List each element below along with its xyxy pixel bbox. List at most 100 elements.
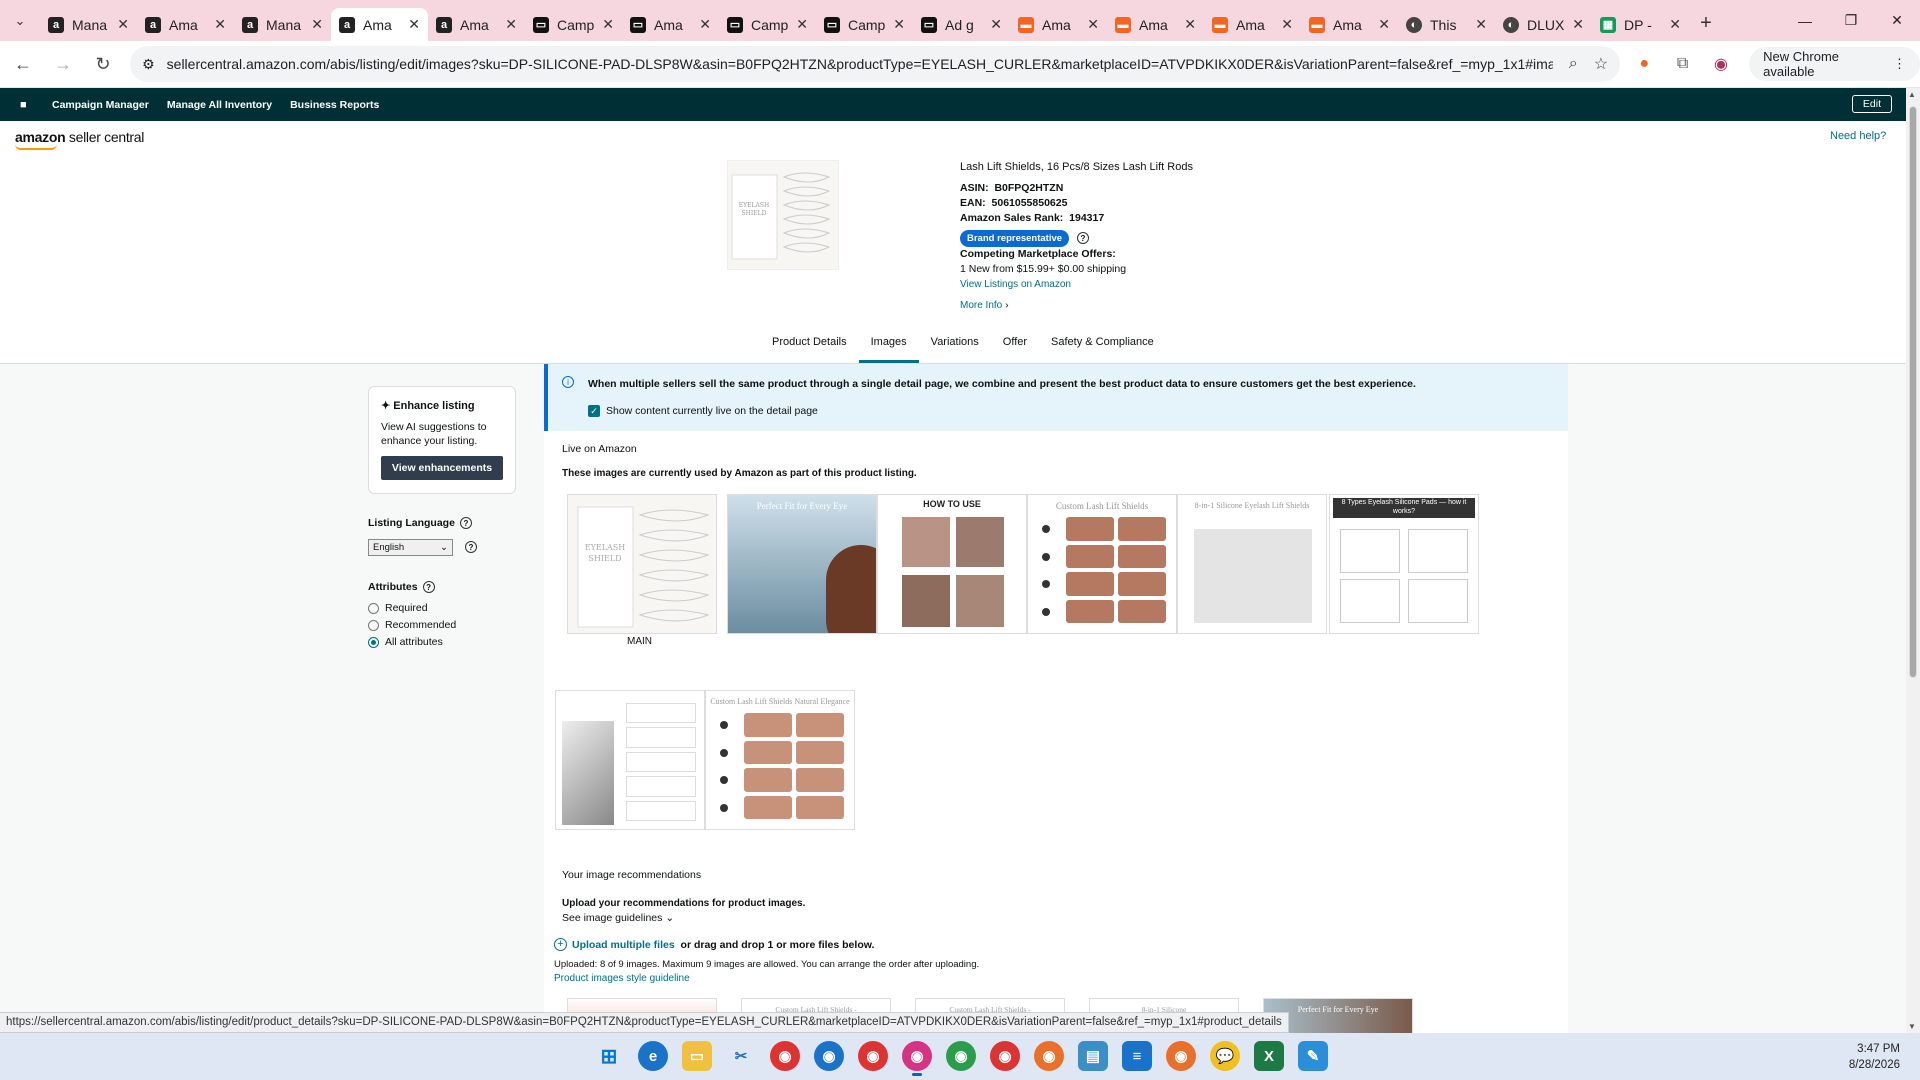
system-clock[interactable]: 3:47 PM 8/28/2026 bbox=[1849, 1041, 1900, 1073]
nav-campaign-manager[interactable]: Campaign Manager bbox=[52, 99, 149, 111]
menu-icon[interactable]: ■ bbox=[20, 99, 34, 111]
close-tab-icon[interactable]: ✕ bbox=[1669, 16, 1681, 33]
nav-business-reports[interactable]: Business Reports bbox=[290, 99, 379, 111]
close-tab-icon[interactable]: ✕ bbox=[117, 16, 129, 33]
browser-tab[interactable]: a Ama ✕ bbox=[331, 8, 428, 41]
live-image-4[interactable]: Custom Lash Lift Shields bbox=[1027, 494, 1177, 634]
tab-variations[interactable]: Variations bbox=[919, 326, 991, 363]
scrollbar-thumb[interactable] bbox=[1909, 106, 1917, 678]
browser-tab[interactable]: a Ama ✕ bbox=[137, 8, 234, 41]
tab-images[interactable]: Images bbox=[858, 326, 919, 363]
live-image-7[interactable] bbox=[555, 690, 705, 830]
site-info-icon[interactable]: ⚙ bbox=[142, 56, 155, 73]
bookmark-star-icon[interactable]: ☆ bbox=[1594, 54, 1608, 74]
language-select[interactable]: English ⌄ bbox=[368, 539, 453, 556]
close-tab-icon[interactable]: ✕ bbox=[311, 16, 323, 33]
close-tab-icon[interactable]: ✕ bbox=[1281, 16, 1293, 33]
radio-recommended[interactable]: Recommended bbox=[368, 619, 456, 631]
browser-tab[interactable]: a Ama ✕ bbox=[428, 8, 525, 41]
remote-desktop-icon[interactable]: ▤ bbox=[1078, 1041, 1108, 1071]
browser-tab[interactable]: ▭ Camp ✕ bbox=[525, 8, 622, 41]
browser-tab[interactable]: ▬ Ama ✕ bbox=[1301, 8, 1398, 41]
page-scrollbar[interactable]: ▲ ▼ bbox=[1906, 88, 1920, 1033]
close-tab-icon[interactable]: ✕ bbox=[1475, 16, 1487, 33]
help-icon[interactable]: ? bbox=[465, 541, 477, 553]
reload-button[interactable]: ↻ bbox=[86, 46, 120, 82]
close-tab-icon[interactable]: ✕ bbox=[214, 16, 226, 33]
new-tab-button[interactable]: + bbox=[1689, 7, 1723, 41]
image-guidelines-toggle[interactable]: See image guidelines ⌄ bbox=[562, 912, 674, 924]
browser-tab[interactable]: a Mana ✕ bbox=[40, 8, 137, 41]
close-tab-icon[interactable]: ✕ bbox=[1184, 16, 1196, 33]
live-image-main[interactable]: EYELASH SHIELD bbox=[567, 494, 717, 634]
close-tab-icon[interactable]: ✕ bbox=[796, 16, 808, 33]
edge-icon[interactable]: e bbox=[638, 1041, 668, 1071]
close-tab-icon[interactable]: ✕ bbox=[699, 16, 711, 33]
tab-product-details[interactable]: Product Details bbox=[760, 326, 859, 363]
minimize-icon[interactable]: — bbox=[1782, 0, 1828, 41]
paint-icon[interactable]: ✎ bbox=[1298, 1041, 1328, 1071]
chrome-profile-2-icon[interactable]: ◉ bbox=[814, 1041, 844, 1071]
more-info-link[interactable]: More Info bbox=[960, 300, 1002, 311]
live-image-2[interactable]: Perfect Fit for Every Eye bbox=[727, 494, 877, 634]
close-tab-icon[interactable]: ✕ bbox=[602, 16, 614, 33]
chat-icon[interactable]: 💬 bbox=[1210, 1041, 1240, 1071]
chrome-profile-7-icon[interactable]: ◉ bbox=[1166, 1041, 1196, 1071]
close-tab-icon[interactable]: ✕ bbox=[893, 16, 905, 33]
forward-button[interactable]: → bbox=[46, 46, 80, 82]
help-icon[interactable]: ? bbox=[1076, 232, 1089, 244]
address-bar[interactable]: ⚙ sellercentral.amazon.com/abis/listing/… bbox=[130, 46, 1621, 82]
windows-start-icon[interactable]: ⊞ bbox=[594, 1041, 624, 1071]
nav-manage-inventory[interactable]: Manage All Inventory bbox=[167, 99, 272, 111]
close-tab-icon[interactable]: ✕ bbox=[1087, 16, 1099, 33]
snipping-tool-icon[interactable]: ✂ bbox=[726, 1041, 756, 1071]
radio-all-attributes[interactable]: All attributes bbox=[368, 636, 443, 648]
chrome-profile-5-icon[interactable]: ◉ bbox=[990, 1041, 1020, 1071]
upload-multiple-link[interactable]: Upload multiple files bbox=[572, 939, 675, 951]
live-image-3[interactable]: HOW TO USE bbox=[877, 494, 1027, 634]
profile-icon[interactable]: ◉ bbox=[1707, 49, 1735, 79]
browser-tab[interactable]: ▭ Ad g ✕ bbox=[913, 8, 1010, 41]
live-image-5[interactable]: 8-in-1 Silicone Eyelash Lift Shields bbox=[1177, 494, 1327, 634]
tab-offer[interactable]: Offer bbox=[991, 326, 1039, 363]
edit-nav-button[interactable]: Edit bbox=[1851, 95, 1892, 113]
extensions-puzzle-icon[interactable]: ⧉ bbox=[1668, 49, 1696, 79]
update-chrome-button[interactable]: New Chrome available ⋮ bbox=[1749, 47, 1920, 81]
tab-safety-compliance[interactable]: Safety & Compliance bbox=[1039, 326, 1166, 363]
add-circle-icon[interactable]: + bbox=[554, 938, 567, 951]
browser-tab[interactable]: a Mana ✕ bbox=[234, 8, 331, 41]
notepad-icon[interactable]: ≡ bbox=[1122, 1041, 1152, 1071]
show-live-checkbox[interactable]: ✓ Show content currently live on the deta… bbox=[588, 405, 818, 417]
live-image-8[interactable]: Custom Lash Lift Shields Natural Eleganc… bbox=[705, 690, 855, 830]
need-help-link[interactable]: Need help? bbox=[1830, 130, 1886, 142]
restore-icon[interactable]: ❐ bbox=[1828, 0, 1874, 41]
extension-icon[interactable]: ● bbox=[1630, 49, 1658, 79]
browser-tab[interactable]: ▭ Ama ✕ bbox=[622, 8, 719, 41]
browser-tab[interactable]: ▭ Camp ✕ bbox=[719, 8, 816, 41]
style-guideline-link[interactable]: Product images style guideline bbox=[554, 973, 690, 984]
close-tab-icon[interactable]: ✕ bbox=[1378, 16, 1390, 33]
tab-search-icon[interactable]: ⌄ bbox=[0, 0, 40, 41]
browser-tab[interactable]: ◐ This ✕ bbox=[1398, 8, 1495, 41]
view-enhancements-button[interactable]: View enhancements bbox=[381, 456, 503, 480]
help-icon[interactable]: ? bbox=[422, 581, 435, 593]
close-tab-icon[interactable]: ✕ bbox=[408, 16, 420, 33]
close-tab-icon[interactable]: ✕ bbox=[990, 16, 1002, 33]
browser-tab[interactable]: ◐ DLUX ✕ bbox=[1495, 8, 1592, 41]
file-explorer-icon[interactable]: ▭ bbox=[682, 1041, 712, 1071]
chrome-profile-1-icon[interactable]: ◉ bbox=[770, 1041, 800, 1071]
browser-tab[interactable]: ▬ Ama ✕ bbox=[1204, 8, 1301, 41]
radio-required[interactable]: Required bbox=[368, 602, 428, 614]
close-tab-icon[interactable]: ✕ bbox=[1572, 16, 1584, 33]
browser-tab[interactable]: ▦ DP - ✕ bbox=[1592, 8, 1689, 41]
seller-central-logo[interactable]: amazon seller central bbox=[15, 129, 144, 150]
chrome-profile-4-icon[interactable]: ◉ bbox=[902, 1041, 932, 1076]
chrome-profile-6-icon[interactable]: ◉ bbox=[1034, 1041, 1064, 1071]
help-icon[interactable]: ? bbox=[459, 517, 472, 529]
browser-tab[interactable]: ▬ Ama ✕ bbox=[1107, 8, 1204, 41]
chrome-icon[interactable]: ◉ bbox=[946, 1041, 976, 1071]
browser-tab[interactable]: ▭ Camp ✕ bbox=[816, 8, 913, 41]
browser-tab[interactable]: ▬ Ama ✕ bbox=[1010, 8, 1107, 41]
chrome-profile-3-icon[interactable]: ◉ bbox=[858, 1041, 888, 1071]
close-window-icon[interactable]: ✕ bbox=[1874, 0, 1920, 41]
